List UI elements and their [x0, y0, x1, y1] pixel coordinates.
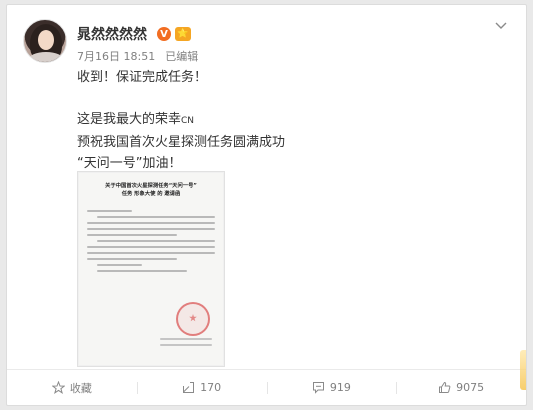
cn-suffix: CN [181, 116, 195, 126]
favorite-label: 收藏 [69, 381, 92, 395]
content-line-3: 预祝我国首次火星探测任务圆满成功 [77, 135, 286, 150]
post-image-document[interactable]: 关于中国首次火星探测任务“天问一号” 任务 形象大使 的 邀请函 [77, 171, 225, 367]
content-line-1: 收到！保证完成任务！ [77, 70, 208, 85]
doc-line [97, 240, 215, 242]
chevron-down-icon[interactable] [494, 19, 512, 33]
avatar[interactable] [23, 19, 67, 63]
red-seal-stamp [176, 302, 210, 336]
like-count: 9075 [456, 381, 485, 394]
content-line-2-text: 这是我最大的荣幸 [77, 112, 182, 127]
document-title: 关于中国首次火星探测任务“天问一号” 任务 形象大使 的 邀请函 [105, 183, 197, 197]
thumbs-up-icon [438, 381, 451, 394]
doc-line [97, 216, 215, 218]
avatar-shirt [28, 52, 64, 62]
author-name-row: 晁然然然然 V ⭐ [77, 24, 191, 44]
content-line-2: 这是我最大的荣幸CN [77, 109, 497, 132]
avatar-face [38, 30, 54, 50]
doc-line [87, 228, 215, 230]
comment-icon [312, 381, 325, 394]
doc-line [160, 344, 212, 346]
repost-count: 170 [200, 381, 222, 394]
edited-label[interactable]: 已编辑 [165, 48, 198, 64]
doc-line [87, 210, 132, 212]
side-decoration [520, 350, 526, 390]
doc-line [97, 270, 187, 272]
doc-line [87, 222, 215, 224]
comment-count: 919 [329, 381, 351, 394]
signature-lines [160, 334, 212, 346]
doc-line [87, 246, 215, 248]
like-button[interactable]: 9075 [396, 370, 526, 405]
author-name[interactable]: 晁然然然然 [77, 24, 147, 44]
action-bar: 收藏 170 919 9075 [7, 369, 526, 405]
comment-button[interactable]: 919 [266, 370, 397, 405]
doc-line [87, 234, 177, 236]
weibo-post-card: 晁然然然然 V ⭐ 7月16日 18:51 已编辑 收到！保证完成任务！ 这是我… [6, 4, 527, 406]
post-content: 收到！保证完成任务！ 这是我最大的荣幸CN 预祝我国首次火星探测任务圆满成功 “… [77, 67, 497, 174]
repost-icon [182, 381, 195, 394]
favorite-button[interactable]: 收藏 [7, 370, 137, 405]
post-date[interactable]: 7月16日 18:51 [77, 48, 155, 64]
repost-button[interactable]: 170 [136, 370, 267, 405]
doc-line [97, 264, 142, 266]
doc-line [160, 338, 212, 340]
doc-line [87, 252, 215, 254]
star-icon [51, 381, 65, 394]
doc-line [87, 258, 177, 260]
verified-badge-icon[interactable]: V [157, 27, 171, 41]
post-meta: 7月16日 18:51 已编辑 [77, 48, 198, 64]
member-badge-icon[interactable]: ⭐ [175, 27, 191, 41]
